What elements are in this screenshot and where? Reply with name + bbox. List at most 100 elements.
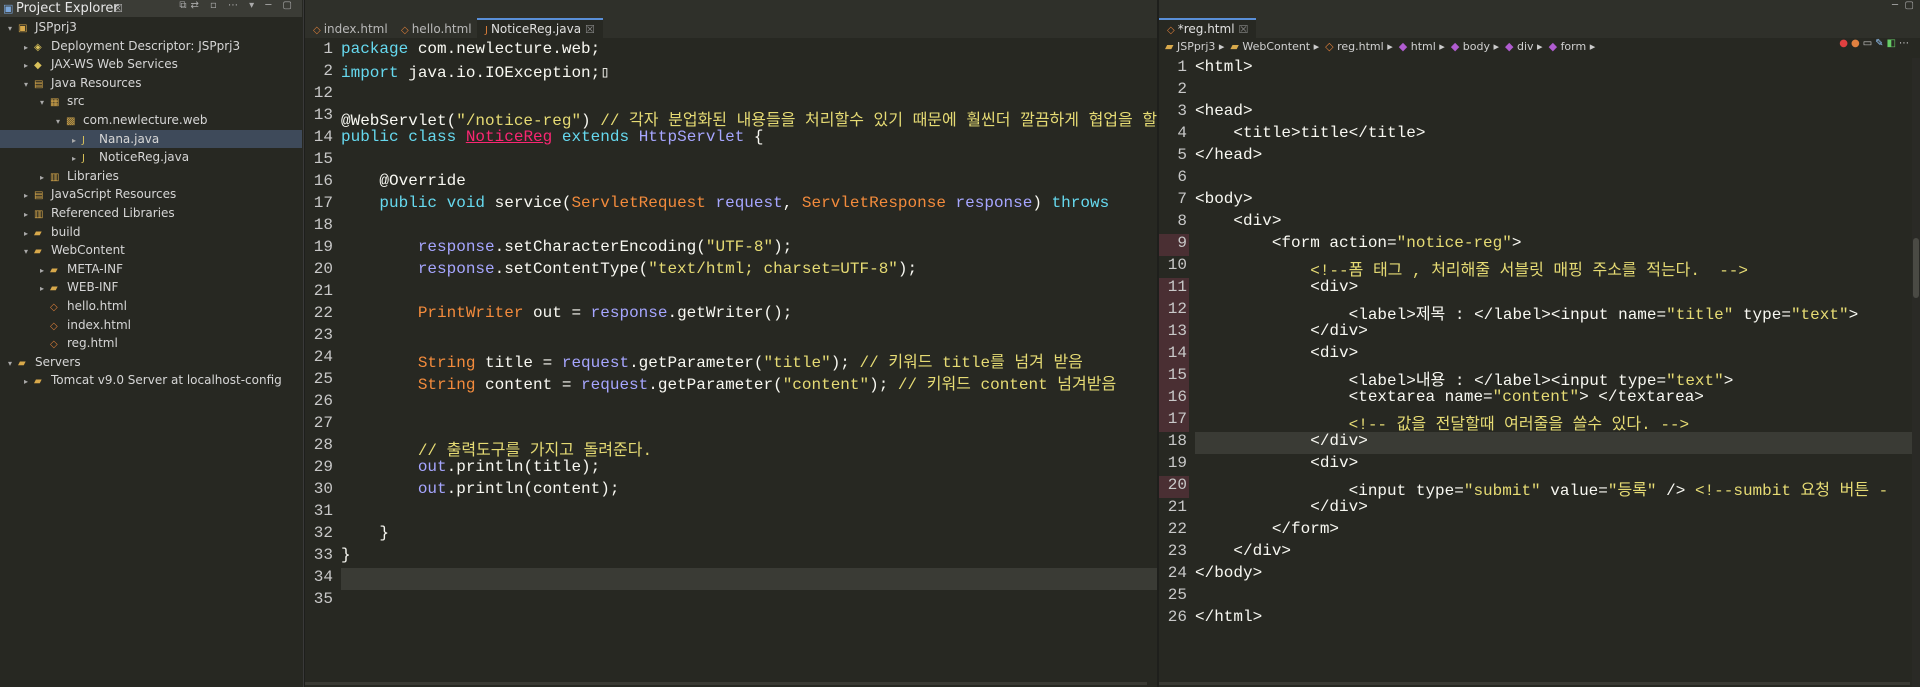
tree-item[interactable]: ▸ ◈ Deployment Descriptor: JSPprj3 [0,37,302,55]
close-tab-icon[interactable]: ☒ [1239,23,1249,36]
html-code-area[interactable]: 1 <html> 2 3 <head> 4 <title>title</title> 5 </… [1159,58,1920,687]
twisty-icon[interactable]: ▸ [40,262,50,280]
tree-item[interactable]: ▸ ▤ JavaScript Resources [0,185,302,203]
code-line[interactable]: response.setCharacterEncoding("UTF-8"); [341,238,792,256]
code-line[interactable]: <!--폼 태그 , 처리해줄 서블릿 매핑 주소를 적는다. --> [1195,256,1748,280]
code-line[interactable]: </div> [1195,432,1368,450]
code-line[interactable]: <title>title</title> [1195,124,1425,142]
code-line[interactable]: <label>내용 : </label><input type="text"> [1195,366,1734,390]
explorer-toolbar[interactable]: ⧉⇄ ▫ ⋯ ▾ ─ ▢ [179,0,296,11]
breadcrumb-item[interactable]: ▰ WebContent ▸ [1230,40,1319,53]
code-line[interactable]: </div> [1195,498,1368,516]
tree-item[interactable]: ▾ ▩ com.newlecture.web [0,111,302,129]
breadcrumb-item[interactable]: ▰ JSPprj3 ▸ [1165,40,1224,53]
code-line[interactable]: @WebServlet("/notice-reg") // 각자 분업화된 내용… [341,106,1157,130]
breadcrumb-item[interactable]: ◇ reg.html ▸ [1325,40,1393,53]
code-line[interactable]: </div> [1195,322,1368,340]
tree-item[interactable]: ◇ reg.html [0,334,302,352]
twisty-icon[interactable]: ▸ [24,39,34,57]
project-explorer-title[interactable]: Project Explorer [16,1,119,16]
code-line[interactable]: // 출력도구를 가지고 돌려준다. [341,436,652,460]
editor-tab[interactable]: J NoticeReg.java ☒ [477,18,603,38]
twisty-icon[interactable]: ▸ [24,373,34,391]
code-line[interactable]: String title = request.getParameter("tit… [341,348,1083,372]
tree-item[interactable]: ◇ index.html [0,316,302,334]
code-line[interactable]: public void service(ServletRequest reque… [341,194,1109,212]
code-line[interactable]: @Override [341,172,465,190]
tree-item[interactable]: ▾ ▰ Servers [0,353,302,371]
code-line[interactable]: <head> [1195,102,1253,120]
close-view-icon[interactable]: ☒ [113,2,123,15]
editor-tab[interactable]: ◇ *reg.html ☒ [1159,18,1257,38]
code-line[interactable]: response.setContentType("text/html; char… [341,260,917,278]
twisty-icon[interactable]: ▸ [40,169,50,187]
code-line[interactable]: </html> [1195,608,1262,626]
tree-item[interactable]: ▸ ◆ JAX-WS Web Services [0,55,302,73]
code-line[interactable]: <body> [1195,190,1253,208]
code-line[interactable]: <div> [1195,212,1281,230]
twisty-icon[interactable]: ▸ [24,187,34,205]
twisty-icon[interactable]: ▾ [56,113,66,131]
tree-item[interactable]: ◇ hello.html [0,297,302,315]
code-line[interactable]: <!-- 값을 전달할때 여러줄을 쓸수 있다. --> [1195,410,1690,434]
code-line[interactable]: public class NoticeReg extends HttpServl… [341,128,764,146]
maximize-icon[interactable]: ▢ [1905,0,1914,11]
code-line[interactable]: <div> [1195,454,1358,472]
tree-item[interactable]: ▸ ▰ META-INF [0,260,302,278]
tree-item[interactable]: ▸ ▰ Tomcat v9.0 Server at localhost-config [0,371,302,389]
tree-item[interactable]: ▾ ▣ JSPprj3 [0,18,302,36]
code-line[interactable]: <div> [1195,344,1358,362]
code-line[interactable]: <textarea name="content"> </textarea> [1195,388,1704,406]
twisty-icon[interactable]: ▾ [24,243,34,261]
tree-item[interactable]: ▾ ▤ Java Resources [0,74,302,92]
twisty-icon[interactable]: ▸ [24,57,34,75]
code-line[interactable]: PrintWriter out = response.getWriter(); [341,304,792,322]
code-line[interactable]: <input type="submit" value="등록" /> <!--s… [1195,476,1889,500]
java-code-area[interactable]: 1 package com.newlecture.web; 2 import java… [305,38,1157,687]
tree-item[interactable]: ▸ ▰ WEB-INF [0,278,302,296]
twisty-icon[interactable]: ▸ [40,280,50,298]
twisty-icon[interactable]: ▸ [24,206,34,224]
tree-item[interactable]: ▸ J NoticeReg.java [0,148,302,166]
code-line[interactable]: } [341,524,389,542]
tree-item[interactable]: ▸ ▥ Libraries [0,167,302,185]
minimize-icon[interactable]: ─ [1892,0,1898,11]
code-line[interactable]: </head> [1195,146,1262,164]
twisty-icon[interactable]: ▾ [8,20,18,38]
twisty-icon[interactable]: ▸ [72,132,82,150]
code-line[interactable]: <html> [1195,58,1253,76]
code-line[interactable]: </div> [1195,542,1291,560]
code-line[interactable]: out.println(content); [341,480,620,498]
breadcrumb-item[interactable]: ◆ body ▸ [1451,40,1499,53]
breadcrumb-item[interactable]: ◆ div ▸ [1505,40,1543,53]
twisty-icon[interactable]: ▾ [8,355,18,373]
twisty-icon[interactable]: ▸ [72,150,82,168]
editor-tab[interactable]: ◇ index.html [305,20,396,38]
code-line[interactable]: </body> [1195,564,1262,582]
twisty-icon[interactable]: ▸ [24,225,34,243]
code-line[interactable]: <div> [1195,278,1358,296]
html-vertical-scrollbar[interactable] [1912,58,1920,687]
scroll-thumb[interactable] [1913,238,1919,298]
code-line[interactable]: <label>제목 : </label><input name="title" … [1195,300,1859,324]
html-horizontal-scrollbar[interactable] [1159,682,1910,685]
code-line[interactable]: } [341,546,351,564]
tree-item[interactable]: ▸ J Nana.java [0,129,302,150]
code-line[interactable]: package com.newlecture.web; [341,40,600,58]
code-line[interactable]: String content = request.getParameter("c… [341,370,1116,394]
code-line[interactable]: </form> [1195,520,1339,538]
breadcrumb-item[interactable]: ◆ html ▸ [1399,40,1445,53]
java-horizontal-scrollbar[interactable] [305,682,1147,685]
code-line[interactable]: import java.io.IOException;▯ [341,62,610,82]
twisty-icon[interactable]: ▾ [40,94,50,112]
code-line[interactable]: <form action="notice-reg"> [1195,234,1522,252]
tree-item[interactable]: ▾ ▦ src [0,92,302,110]
code-line[interactable]: out.println(title); [341,458,600,476]
close-tab-icon[interactable]: ☒ [585,23,595,36]
editor-tab[interactable]: ◇ hello.html [393,20,480,38]
tree-item[interactable]: ▾ ▰ WebContent [0,241,302,259]
tree-item[interactable]: ▸ ▰ build [0,223,302,241]
twisty-icon[interactable]: ▾ [24,76,34,94]
tree-item[interactable]: ▸ ▥ Referenced Libraries [0,204,302,222]
editor-toolbar-icons[interactable]: ●●▭✎◧⋯ [1839,38,1912,49]
